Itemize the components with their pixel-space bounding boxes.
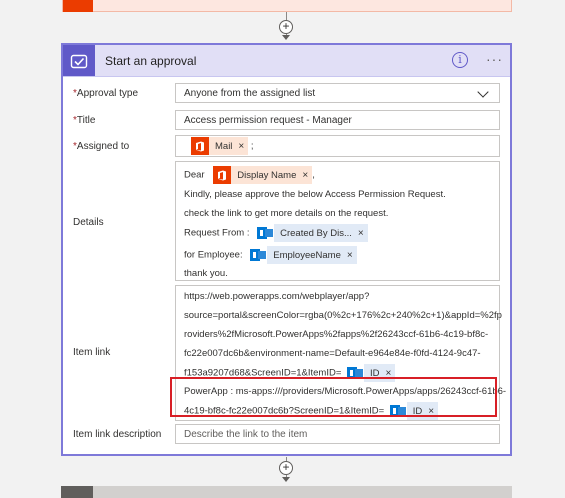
- next-action-card[interactable]: [61, 486, 512, 498]
- more-options-icon[interactable]: ···: [486, 51, 503, 67]
- arrow-down-icon: [282, 477, 290, 482]
- created-by-token[interactable]: Created By Dis... ×: [256, 224, 368, 242]
- display-name-token[interactable]: Display Name ×: [213, 166, 313, 184]
- item-link-description-placeholder: Describe the link to the item: [184, 429, 308, 440]
- arrow-down-icon: [282, 35, 290, 40]
- details-line-1: Kindly, please approve the below Access …: [184, 189, 446, 200]
- action-icon: [61, 486, 93, 498]
- previous-action-card[interactable]: [62, 0, 512, 12]
- office-icon: [213, 166, 232, 184]
- powerapps-icon: [256, 224, 275, 242]
- details-request-from-line: Request From : Created By Dis... ×: [184, 224, 368, 242]
- approval-type-dropdown[interactable]: Anyone from the assigned list: [175, 83, 500, 103]
- remove-token-icon[interactable]: ×: [347, 250, 353, 261]
- office-icon: [63, 0, 93, 12]
- mail-token[interactable]: Mail ×: [191, 137, 249, 155]
- assigned-to-input[interactable]: Mail × ;: [175, 135, 500, 157]
- employee-name-token[interactable]: EmployeeName ×: [249, 246, 357, 264]
- approval-type-label: *Approval type: [73, 88, 139, 99]
- details-label: Details: [73, 217, 104, 228]
- assigned-to-suffix: ;: [250, 140, 254, 152]
- assigned-to-label: *Assigned to: [73, 141, 130, 152]
- details-textarea[interactable]: Dear Display Name × , Kindly, please app…: [175, 161, 500, 281]
- remove-token-icon[interactable]: ×: [302, 170, 308, 181]
- remove-token-icon[interactable]: ×: [358, 228, 364, 239]
- approval-icon: [63, 45, 95, 76]
- item-link-line-3: roviders%2fMicrosoft.PowerApps%2fapps%2f…: [184, 329, 489, 340]
- card-title: Start an approval: [105, 54, 197, 68]
- office-icon: [191, 137, 209, 155]
- details-thanks: thank you.: [184, 268, 228, 279]
- info-icon[interactable]: i: [452, 52, 468, 68]
- add-step-icon[interactable]: +: [279, 20, 293, 34]
- details-dear-line: Dear Display Name × ,: [184, 166, 315, 184]
- approval-type-value: Anyone from the assigned list: [184, 88, 316, 99]
- title-input[interactable]: Access permission request - Manager: [175, 110, 500, 130]
- card-header[interactable]: Start an approval i ···: [63, 45, 510, 77]
- details-for-employee-line: for Employee: EmployeeName ×: [184, 246, 357, 264]
- item-link-line-1: https://web.powerapps.com/webplayer/app?: [184, 291, 370, 302]
- item-link-line-4: fc22e007dc6b&environment-name=Default-e9…: [184, 348, 481, 359]
- powerapps-icon: [249, 246, 268, 264]
- item-link-description-input[interactable]: Describe the link to the item: [175, 424, 500, 444]
- details-line-2: check the link to get more details on th…: [184, 208, 389, 219]
- highlight-box: [170, 377, 497, 417]
- title-value: Access permission request - Manager: [184, 115, 352, 126]
- add-step-icon[interactable]: +: [279, 461, 293, 475]
- title-label: *Title: [73, 115, 96, 126]
- item-link-line-2: source=portal&screenColor=rgba(0%2c+176%…: [184, 310, 502, 321]
- item-link-label: Item link: [73, 347, 111, 358]
- remove-token-icon[interactable]: ×: [238, 141, 244, 152]
- chevron-down-icon: [477, 86, 489, 98]
- item-link-description-label: Item link description: [73, 429, 162, 440]
